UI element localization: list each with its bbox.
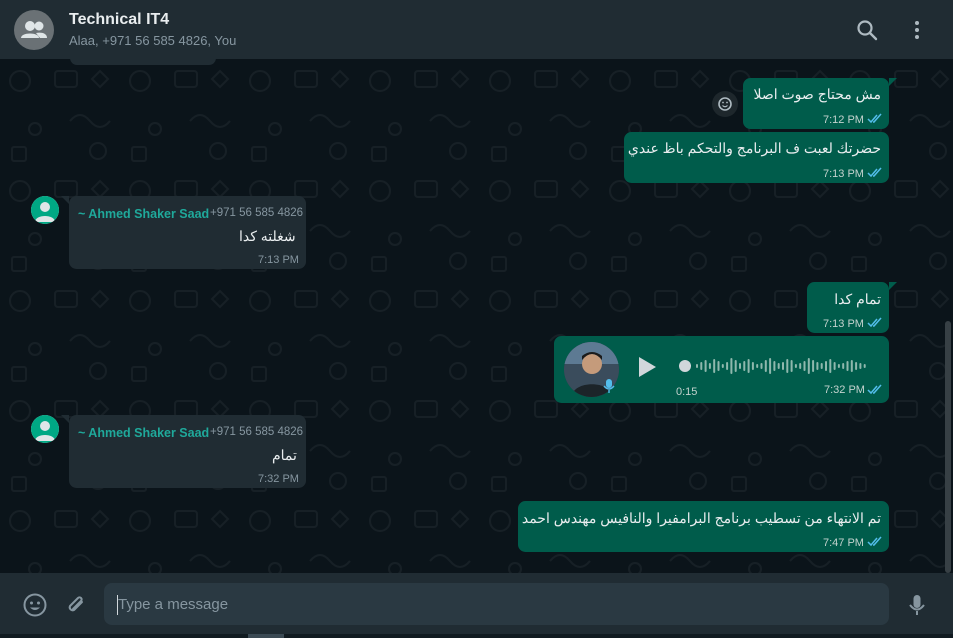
message-time: 7:32 PM <box>824 384 865 396</box>
play-icon[interactable] <box>636 355 658 379</box>
previous-message-bubble <box>70 59 216 65</box>
attach-icon <box>68 596 83 612</box>
double-check-icon <box>867 536 882 547</box>
emoji-button[interactable] <box>22 592 48 618</box>
message-time: 7:12 PM <box>823 114 864 126</box>
voice-record-button[interactable] <box>904 592 930 618</box>
double-check-icon <box>867 384 882 395</box>
chat-participants: Alaa, +971 56 585 4826, You <box>69 33 237 48</box>
double-check-icon <box>867 167 882 178</box>
user-avatar-icon <box>31 196 59 224</box>
message-time: 7:13 PM <box>258 254 299 266</box>
voice-waveform[interactable] <box>678 356 870 376</box>
sender-avatar[interactable] <box>31 415 59 443</box>
sender-phone: +971 56 585 4826 <box>210 426 304 438</box>
message-bubble-incoming[interactable]: ~ Ahmed Shaker Saad +971 56 585 4826 تما… <box>61 415 306 488</box>
chat-header[interactable]: Technical IT4 Alaa, +971 56 585 4826, Yo… <box>0 0 953 59</box>
user-avatar-icon <box>31 415 59 443</box>
search-icon <box>857 20 878 41</box>
double-check-icon <box>867 317 882 328</box>
message-text: تم الانتهاء من تسطيب برنامج البرامفيرا و… <box>521 510 881 526</box>
message-bubble-incoming[interactable]: ~ Ahmed Shaker Saad +971 56 585 4826 شغل… <box>61 196 306 269</box>
emoji-icon <box>23 593 47 617</box>
sender-name[interactable]: ~ Ahmed Shaker Saad <box>78 207 209 221</box>
message-time: 7:13 PM <box>823 318 864 330</box>
mic-icon <box>909 595 925 615</box>
message-bubble-outgoing[interactable]: تمام كدا 7:13 PM <box>807 282 897 333</box>
message-text: شغلته كدا <box>239 228 296 244</box>
message-input[interactable] <box>104 583 889 625</box>
chat-scrollbar[interactable] <box>945 321 951 573</box>
message-time: 7:47 PM <box>823 537 864 549</box>
message-bubble-outgoing[interactable]: مش محتاج صوت اصلا 7:12 PM <box>743 78 897 129</box>
reaction-button[interactable] <box>712 91 738 117</box>
message-bubble-outgoing[interactable]: حضرتك لعبت ف البرنامج والتحكم باظ عندي 7… <box>624 132 889 183</box>
message-text: مش محتاج صوت اصلا <box>753 86 881 102</box>
menu-button[interactable] <box>904 17 930 43</box>
message-text: تمام <box>272 447 297 463</box>
bottom-strip <box>0 634 953 638</box>
attach-button[interactable] <box>63 592 89 618</box>
message-text: حضرتك لعبت ف البرنامج والتحكم باظ عندي <box>627 140 881 156</box>
message-list[interactable]: مش محتاج صوت اصلا 7:12 PM حضرتك لعبت ف ا… <box>0 59 953 573</box>
voice-message-bubble[interactable]: 0:15 7:32 PM <box>554 336 889 403</box>
message-text: تمام كدا <box>834 291 881 307</box>
reaction-emoji-icon <box>718 97 732 111</box>
message-time: 7:13 PM <box>823 168 864 180</box>
sender-name[interactable]: ~ Ahmed Shaker Saad <box>78 426 209 440</box>
chat-title[interactable]: Technical IT4 <box>69 11 169 29</box>
search-button[interactable] <box>854 17 880 43</box>
message-composer <box>0 573 953 638</box>
voice-duration: 0:15 <box>676 386 698 398</box>
sender-phone: +971 56 585 4826 <box>210 207 304 219</box>
mic-badge-icon <box>603 379 615 393</box>
double-check-icon <box>867 113 882 124</box>
text-cursor <box>117 595 118 615</box>
menu-icon <box>915 21 919 39</box>
sender-avatar[interactable] <box>31 196 59 224</box>
message-bubble-outgoing[interactable]: تم الانتهاء من تسطيب برنامج البرامفيرا و… <box>518 501 889 552</box>
group-avatar[interactable] <box>14 10 54 50</box>
group-avatar-icon <box>21 21 47 38</box>
bottom-strip-marker <box>248 634 284 638</box>
message-time: 7:32 PM <box>258 473 299 485</box>
